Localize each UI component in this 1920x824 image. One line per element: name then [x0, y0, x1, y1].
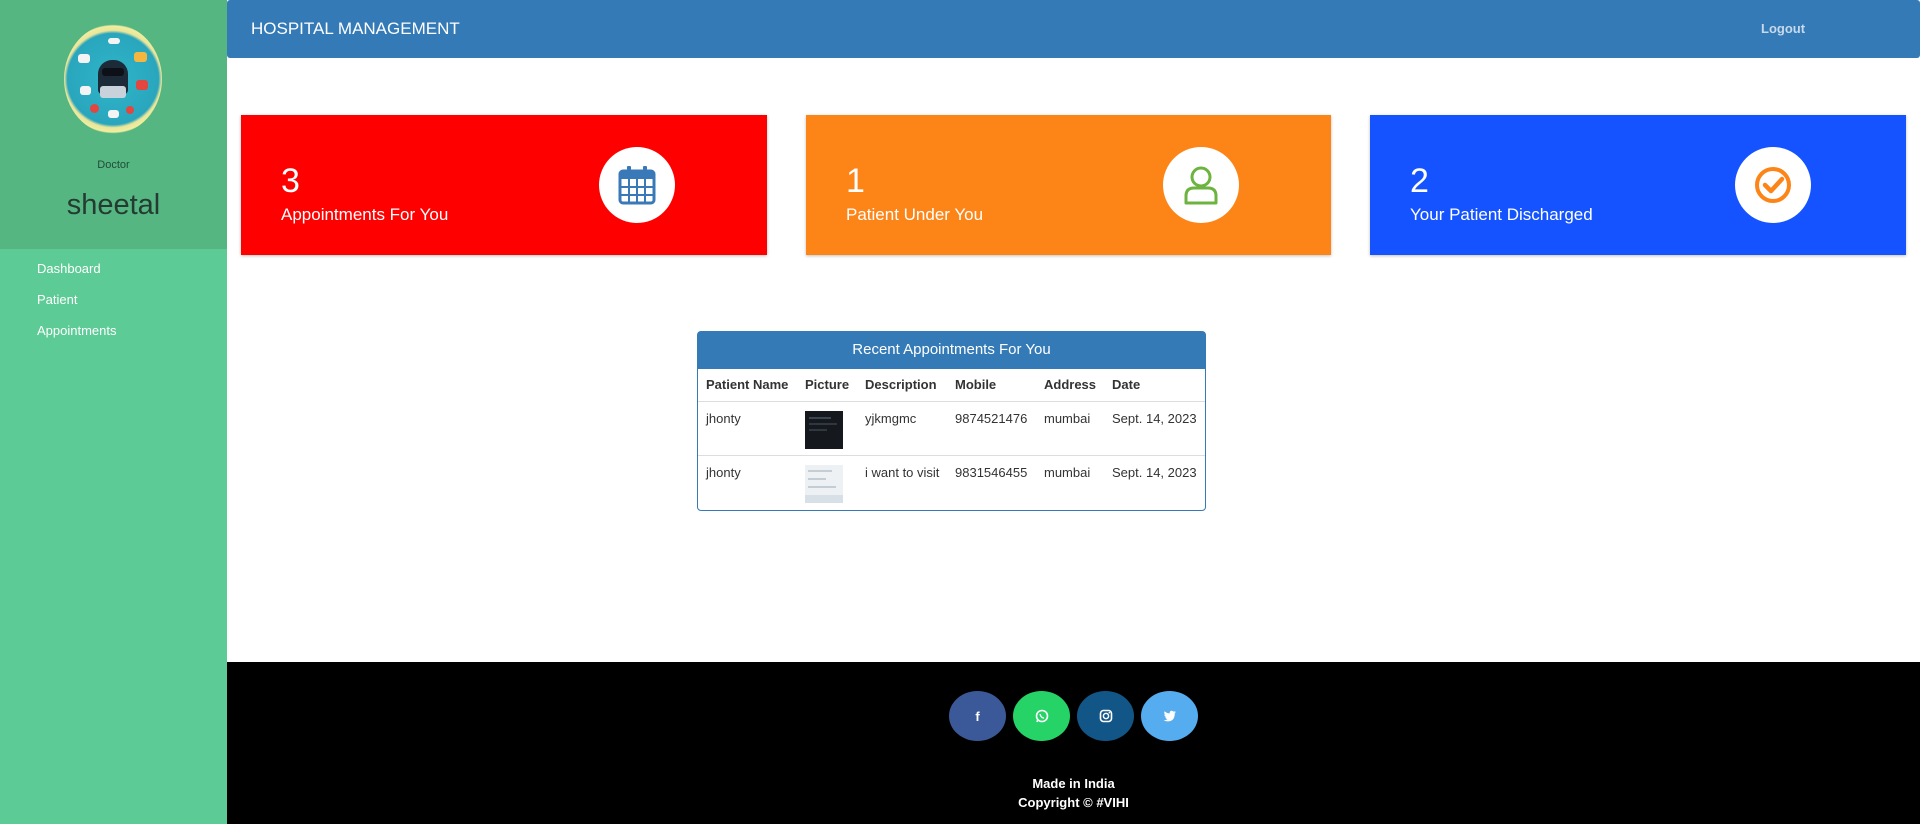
sidebar-item-dashboard[interactable]: Dashboard	[37, 258, 117, 289]
column-header: Description	[865, 377, 937, 393]
patient-picture	[805, 410, 843, 449]
column-header: Picture	[805, 377, 850, 393]
hacker-avatar-icon	[64, 24, 162, 134]
table-row: jhonty i want to visit 9831546455 mumbai…	[698, 454, 1205, 509]
date-cell: Sept. 14, 2023	[1104, 454, 1205, 509]
discharged-card: 2 Your Patient Discharged	[1370, 115, 1906, 255]
table-row: jhonty yjkmgmc 9874521476 mumbai Sept. 1…	[698, 400, 1205, 455]
user-name: sheetal	[66, 189, 161, 221]
column-header: Date	[1112, 377, 1141, 393]
footer: f Made in India Copyright © #VIHI	[227, 662, 1920, 824]
panel-title: Recent Appointments For You	[698, 332, 1205, 369]
address-cell: mumbai	[1036, 454, 1104, 509]
mobile-cell: 9831546455	[947, 454, 1036, 509]
facebook-icon[interactable]: f	[949, 691, 1006, 741]
whatsapp-icon[interactable]	[1013, 691, 1070, 741]
patients-card: 1 Patient Under You	[806, 115, 1331, 255]
table-header-row: Patient Name Picture Description Mobile …	[698, 369, 1205, 401]
check-circle-icon	[1735, 147, 1811, 223]
calendar-icon	[599, 147, 675, 223]
sidebar-item-appointments[interactable]: Appointments	[37, 320, 117, 351]
date-cell: Sept. 14, 2023	[1104, 400, 1205, 455]
copyright-text: Copyright © #VIHI	[1018, 795, 1129, 810]
patients-count: 1	[846, 162, 865, 200]
column-header: Address	[1044, 377, 1097, 393]
user-role: Doctor	[97, 159, 130, 171]
mobile-cell: 9874521476	[947, 400, 1036, 455]
top-navbar: HOSPITAL MANAGEMENT Logout	[227, 0, 1920, 58]
description-cell: yjkmgmc	[857, 400, 947, 455]
picture-cell	[797, 454, 857, 509]
discharged-label: Your Patient Discharged	[1410, 205, 1593, 224]
instagram-icon[interactable]	[1077, 691, 1134, 741]
patient-picture	[805, 464, 843, 503]
picture-cell	[797, 400, 857, 455]
column-header: Patient Name	[706, 377, 789, 393]
patient-name-cell: jhonty	[698, 400, 797, 455]
logout-link[interactable]: Logout	[1761, 21, 1805, 36]
address-cell: mumbai	[1036, 400, 1104, 455]
profile-panel: Doctor sheetal	[0, 0, 227, 249]
made-in-text: Made in India	[1032, 776, 1115, 791]
sidebar: Doctor sheetal Dashboard Patient Appoint…	[0, 0, 227, 824]
description-cell: i want to visit	[857, 454, 947, 509]
appointments-label: Appointments For You	[281, 205, 449, 224]
recent-appointments-panel: Recent Appointments For You Patient Name…	[697, 331, 1206, 511]
sidebar-nav: Dashboard Patient Appointments	[37, 258, 117, 351]
appointments-table: Patient Name Picture Description Mobile …	[698, 369, 1205, 509]
appointments-count: 3	[281, 162, 300, 200]
twitter-icon[interactable]	[1141, 691, 1198, 741]
patients-label: Patient Under You	[846, 205, 984, 224]
patient-name-cell: jhonty	[698, 454, 797, 509]
discharged-count: 2	[1410, 162, 1429, 200]
appointments-card: 3 Appointments For You	[241, 115, 767, 255]
user-icon	[1163, 147, 1239, 223]
column-header: Mobile	[955, 377, 997, 393]
app-title[interactable]: HOSPITAL MANAGEMENT	[251, 19, 460, 39]
sidebar-item-patient[interactable]: Patient	[37, 289, 117, 320]
